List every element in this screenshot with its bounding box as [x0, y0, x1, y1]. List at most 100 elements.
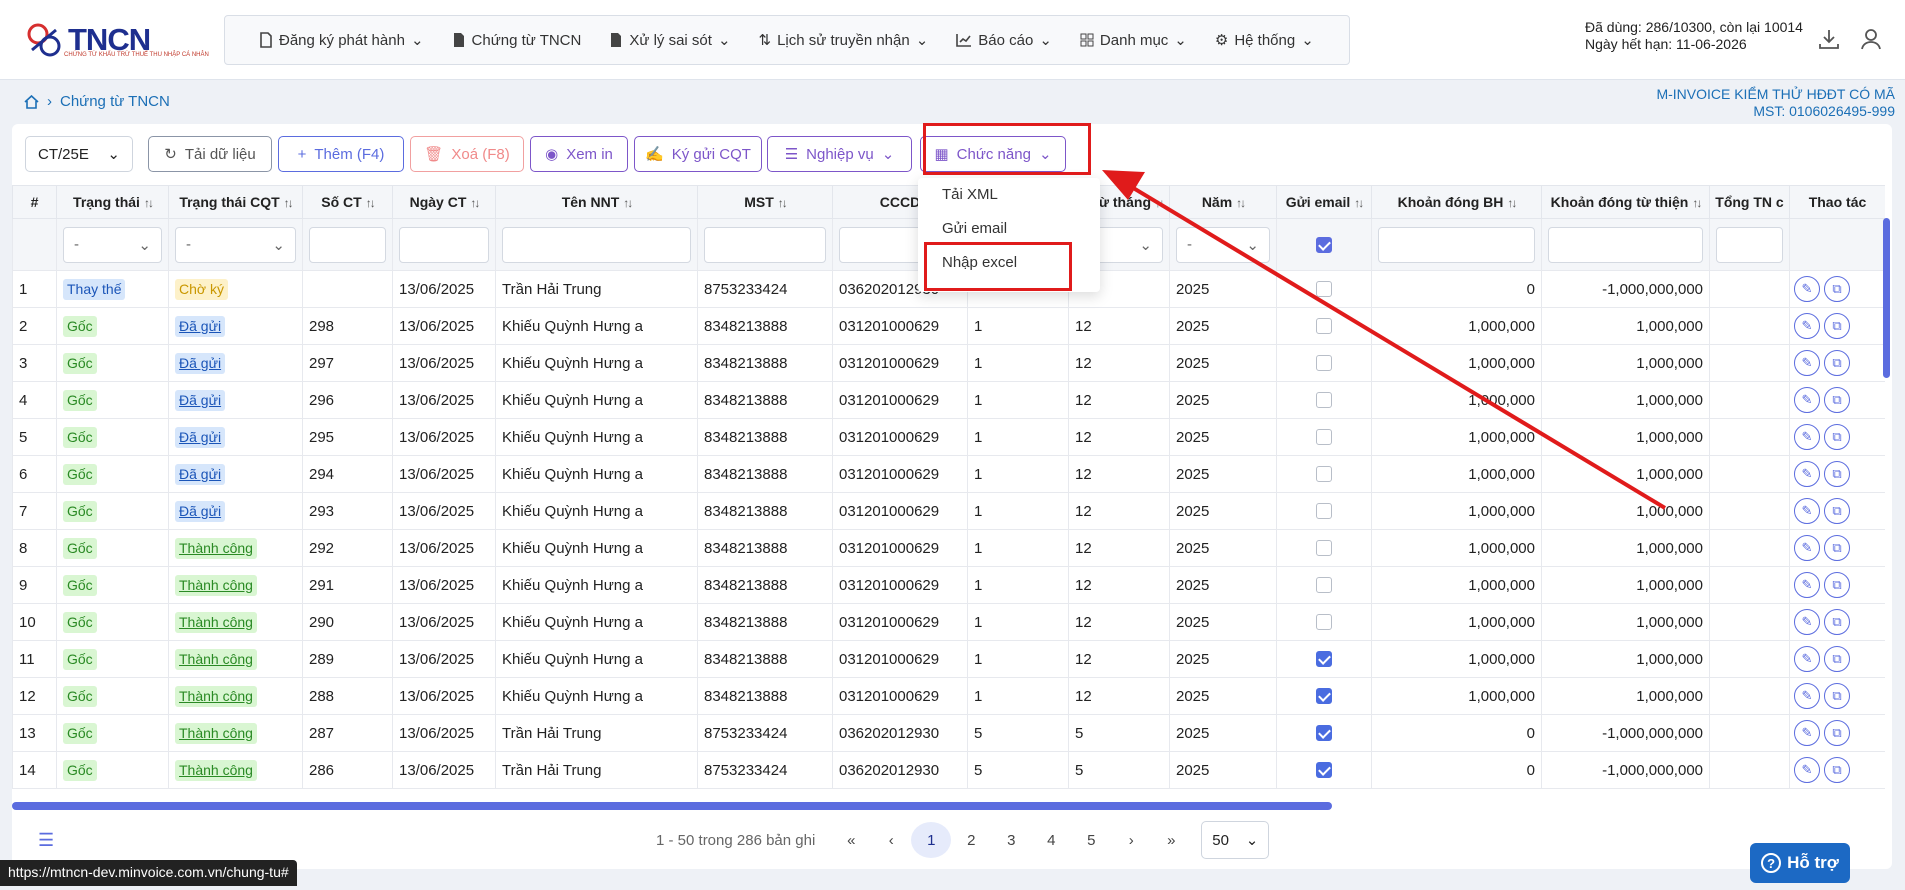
first-page-button[interactable]: « [831, 822, 871, 858]
cqt-status-badge[interactable]: Thành công [175, 648, 257, 670]
prev-page-button[interactable]: ‹ [871, 822, 911, 858]
copy-icon[interactable]: ⧉ [1824, 609, 1850, 635]
edit-icon[interactable]: ✎ [1794, 572, 1820, 598]
email-checkbox[interactable] [1316, 318, 1332, 334]
user-icon[interactable] [1858, 26, 1884, 52]
email-checkbox[interactable] [1316, 762, 1332, 778]
col-date[interactable]: Ngày CT ↑↓ [392, 185, 496, 219]
edit-icon[interactable]: ✎ [1794, 757, 1820, 783]
col-charity[interactable]: Khoản đóng từ thiện ↑↓ [1541, 185, 1710, 219]
copy-icon[interactable]: ⧉ [1824, 535, 1850, 561]
table-row[interactable]: 2 Gốc Đã gửi 298 13/06/2025 Khiếu Quỳnh Hưng … [12, 307, 1885, 345]
page-5[interactable]: 5 [1071, 822, 1111, 858]
email-checkbox[interactable] [1316, 725, 1332, 741]
col-total-income[interactable]: Tổng TN c [1709, 185, 1790, 219]
copy-icon[interactable]: ⧉ [1824, 757, 1850, 783]
table-row[interactable]: 10 Gốc Thành công 290 13/06/2025 Khiếu Quỳnh … [12, 603, 1885, 641]
cqt-status-badge[interactable]: Thành công [175, 685, 257, 707]
page-4[interactable]: 4 [1031, 822, 1071, 858]
last-page-button[interactable]: » [1151, 822, 1191, 858]
edit-icon[interactable]: ✎ [1794, 609, 1820, 635]
table-row[interactable]: 13 Gốc Thành công 287 13/06/2025 Trần Hải Tru… [12, 714, 1885, 752]
email-checkbox[interactable] [1316, 429, 1332, 445]
table-row[interactable]: 4 Gốc Đã gửi 296 13/06/2025 Khiếu Quỳnh Hưng … [12, 381, 1885, 419]
edit-icon[interactable]: ✎ [1794, 387, 1820, 413]
nav-lich-su[interactable]: ⇅ Lịch sử truyền nhận ⌄ [745, 24, 943, 56]
operations-button[interactable]: ☰ Nghiệp vụ ⌄ [767, 136, 912, 172]
copy-icon[interactable]: ⧉ [1824, 387, 1850, 413]
edit-icon[interactable]: ✎ [1794, 646, 1820, 672]
copy-icon[interactable]: ⧉ [1824, 683, 1850, 709]
col-status[interactable]: Trạng thái ↑↓ [56, 185, 169, 219]
sign-send-button[interactable]: ✍ Ký gửi CQT [634, 136, 762, 172]
copy-icon[interactable]: ⧉ [1824, 720, 1850, 746]
table-row[interactable]: 8 Gốc Thành công 292 13/06/2025 Khiếu Quỳnh H… [12, 529, 1885, 567]
email-checkbox[interactable] [1316, 688, 1332, 704]
list-view-icon[interactable]: ☰ [38, 830, 54, 851]
year-filter[interactable]: - ⌄ [1176, 226, 1270, 263]
nav-danh-muc[interactable]: Danh mục ⌄ [1066, 24, 1201, 56]
col-year[interactable]: Năm ↑↓ [1169, 185, 1277, 219]
cqt-status-badge[interactable]: Chờ ký [175, 278, 228, 300]
copy-icon[interactable]: ⧉ [1824, 572, 1850, 598]
copy-icon[interactable]: ⧉ [1824, 313, 1850, 339]
cqt-status-badge[interactable]: Đã gửi [175, 389, 226, 411]
edit-icon[interactable]: ✎ [1794, 313, 1820, 339]
edit-icon[interactable]: ✎ [1794, 535, 1820, 561]
edit-icon[interactable]: ✎ [1794, 683, 1820, 709]
nav-he-thong[interactable]: ⚙ Hệ thống ⌄ [1201, 24, 1328, 56]
nav-bao-cao[interactable]: Báo cáo ⌄ [942, 24, 1066, 56]
page-size-select[interactable]: 50 ⌄ [1201, 821, 1270, 859]
number-filter[interactable] [309, 226, 386, 263]
cqt-status-badge[interactable]: Đã gửi [175, 500, 226, 522]
email-checkbox[interactable] [1316, 355, 1332, 371]
cqt-status-badge[interactable]: Đã gửi [175, 426, 226, 448]
table-row[interactable]: 5 Gốc Đã gửi 295 13/06/2025 Khiếu Quỳnh Hưng … [12, 418, 1885, 456]
print-preview-button[interactable]: ◉ Xem in [530, 136, 628, 172]
edit-icon[interactable]: ✎ [1794, 461, 1820, 487]
status-filter[interactable]: - ⌄ [63, 226, 162, 263]
table-row[interactable]: 6 Gốc Đã gửi 294 13/06/2025 Khiếu Quỳnh Hưng … [12, 455, 1885, 493]
reload-button[interactable]: ↻ Tải dữ liệu [148, 136, 272, 172]
breadcrumb-current[interactable]: Chứng từ TNCN [60, 93, 170, 110]
nav-chung-tu[interactable]: Chứng từ TNCN [438, 24, 596, 56]
menu-send-email[interactable]: Gửi email [918, 212, 1100, 246]
copy-icon[interactable]: ⧉ [1824, 498, 1850, 524]
edit-icon[interactable]: ✎ [1794, 276, 1820, 302]
vertical-scrollbar[interactable] [1883, 218, 1890, 378]
email-filter-checkbox[interactable] [1316, 236, 1332, 253]
table-row[interactable]: 14 Gốc Thành công 286 13/06/2025 Trần Hải Tru… [12, 751, 1885, 789]
table-row[interactable]: 12 Gốc Thành công 288 13/06/2025 Khiếu Quỳnh … [12, 677, 1885, 715]
email-checkbox[interactable] [1316, 577, 1332, 593]
page-2[interactable]: 2 [951, 822, 991, 858]
insurance-filter[interactable] [1378, 226, 1535, 263]
edit-icon[interactable]: ✎ [1794, 498, 1820, 524]
nav-xu-ly-sai-sot[interactable]: Xử lý sai sót ⌄ [595, 24, 744, 56]
email-checkbox[interactable] [1316, 503, 1332, 519]
menu-download-xml[interactable]: Tải XML [918, 178, 1100, 212]
tax-code-filter[interactable] [704, 226, 826, 263]
col-cqt-status[interactable]: Trạng thái CQT ↑↓ [168, 185, 303, 219]
table-row[interactable]: 3 Gốc Đã gửi 297 13/06/2025 Khiếu Quỳnh Hưng … [12, 344, 1885, 382]
cqt-status-badge[interactable]: Thành công [175, 759, 257, 781]
table-row[interactable]: 11 Gốc Thành công 289 13/06/2025 Khiếu Quỳnh … [12, 640, 1885, 678]
delete-button[interactable]: 🗑 Xoá (F8) [410, 136, 524, 172]
cqt-status-badge[interactable]: Thành công [175, 722, 257, 744]
horizontal-scrollbar[interactable] [12, 802, 1332, 810]
logo[interactable]: TNCN CHỨNG TỪ KHẤU TRỪ THUẾ THU NHẬP CÁ … [24, 20, 209, 60]
table-row[interactable]: 7 Gốc Đã gửi 293 13/06/2025 Khiếu Quỳnh Hưng … [12, 492, 1885, 530]
cqt-status-badge[interactable]: Thành công [175, 611, 257, 633]
email-checkbox[interactable] [1316, 540, 1332, 556]
add-button[interactable]: + Thêm (F4) [278, 136, 404, 172]
home-icon[interactable] [24, 94, 39, 109]
col-tax-code[interactable]: MST ↑↓ [697, 185, 833, 219]
table-row[interactable]: 9 Gốc Thành công 291 13/06/2025 Khiếu Quỳnh H… [12, 566, 1885, 604]
page-1[interactable]: 1 [911, 822, 952, 858]
email-checkbox[interactable] [1316, 651, 1332, 667]
download-icon[interactable] [1816, 26, 1842, 52]
date-filter[interactable] [399, 226, 489, 263]
edit-icon[interactable]: ✎ [1794, 350, 1820, 376]
email-checkbox[interactable] [1316, 614, 1332, 630]
email-checkbox[interactable] [1316, 281, 1332, 297]
col-number[interactable]: Số CT ↑↓ [302, 185, 393, 219]
